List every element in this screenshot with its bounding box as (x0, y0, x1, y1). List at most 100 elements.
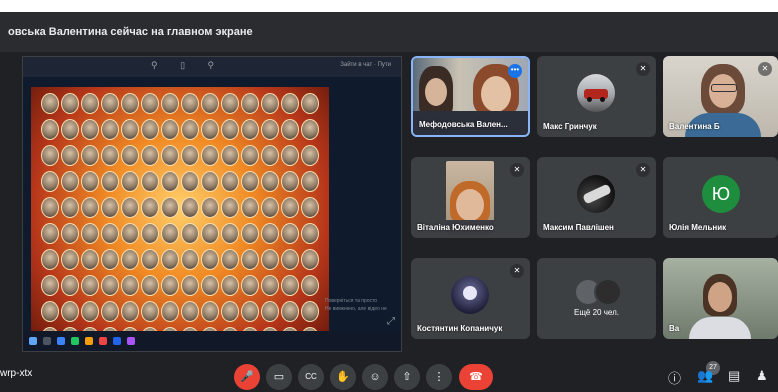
portrait (201, 197, 219, 218)
portrait (161, 249, 179, 270)
portrait (161, 197, 179, 218)
portrait (41, 197, 59, 218)
participant-tile[interactable]: Ю Юлія Мельник (663, 157, 778, 238)
taskbar-app-icon (57, 337, 65, 345)
captions-button[interactable]: CC (298, 364, 324, 390)
emoji-button[interactable]: ☺ (362, 364, 388, 390)
participant-name: Валентина Б (669, 122, 720, 131)
portrait (121, 119, 139, 140)
camera-feed (663, 258, 778, 339)
camera-button[interactable]: ▭ (266, 364, 292, 390)
portrait (81, 223, 99, 244)
portrait (261, 171, 279, 192)
portrait (101, 301, 119, 322)
participant-tile[interactable]: ✕ Валентина Б (663, 56, 778, 137)
mic-off-icon: ✕ (510, 264, 524, 278)
expand-icon[interactable]: ⤢ (387, 316, 395, 327)
participant-name: Віталіна Юхименко (417, 223, 494, 232)
portrait (41, 119, 59, 140)
portrait (281, 145, 299, 166)
portrait (221, 197, 239, 218)
end-call-button[interactable]: ☎ (459, 364, 493, 390)
portrait (221, 171, 239, 192)
more-participants-label: Ещё 20 чел. (574, 308, 619, 317)
mic-off-icon: ✕ (636, 62, 650, 76)
portrait (61, 119, 79, 140)
portrait (101, 249, 119, 270)
portrait (301, 171, 319, 192)
portrait (121, 93, 139, 114)
shared-screen-caption: Поверніться та просто Не вимкнено, але в… (325, 297, 387, 313)
shared-screen[interactable]: ⚲ ▯ ⚲ Зайти в чат · Пути Поверніться та … (22, 56, 402, 352)
info-icon[interactable]: ⓘ (668, 368, 681, 387)
portrait (141, 145, 159, 166)
portrait (201, 119, 219, 140)
activities-icon[interactable]: ♟ (756, 368, 768, 384)
portrait (181, 171, 199, 192)
portrait (281, 275, 299, 296)
portrait (201, 93, 219, 114)
participant-tile[interactable]: ✕ Максим Павлішен (537, 157, 656, 238)
portrait (41, 223, 59, 244)
portrait (41, 93, 59, 114)
portrait (41, 145, 59, 166)
portrait (241, 145, 259, 166)
portrait (201, 145, 219, 166)
portrait (281, 197, 299, 218)
present-button[interactable]: ⇧ (394, 364, 420, 390)
avatar (577, 175, 615, 213)
portrait (81, 171, 99, 192)
portrait (161, 119, 179, 140)
portrait (141, 171, 159, 192)
portrait (181, 223, 199, 244)
portrait (161, 145, 179, 166)
portrait (281, 171, 299, 192)
portrait (241, 249, 259, 270)
portrait (121, 197, 139, 218)
more-avatars (574, 278, 622, 306)
participant-tile[interactable]: ✕ Макс Гринчук (537, 56, 656, 137)
participant-tile[interactable]: ••• Мефодовська Вален... (411, 56, 530, 137)
participant-name: Ва (669, 324, 680, 333)
mic-off-button[interactable]: 🎤 (234, 364, 260, 390)
portrait (101, 197, 119, 218)
avatar: Ю (702, 175, 740, 213)
portrait (61, 197, 79, 218)
portrait (301, 301, 319, 322)
participant-name: Макс Гринчук (543, 122, 597, 131)
participant-tile[interactable]: ✕ Віталіна Юхименко (411, 157, 530, 238)
portrait (281, 119, 299, 140)
portrait (221, 93, 239, 114)
caption-line: Не вимкнено, але відео не (325, 306, 387, 312)
portrait (221, 145, 239, 166)
portrait (141, 301, 159, 322)
avatar (577, 74, 615, 112)
participant-tile[interactable]: ✕ Костянтин Копаничук (411, 258, 530, 339)
portrait (221, 223, 239, 244)
portrait (101, 119, 119, 140)
chat-icon[interactable]: ▤ (728, 368, 740, 384)
portrait (101, 93, 119, 114)
portrait (261, 249, 279, 270)
more-options-button[interactable]: ⋮ (426, 364, 452, 390)
portrait (261, 275, 279, 296)
participant-tile[interactable]: Ва (663, 258, 778, 339)
more-participants-tile[interactable]: Ещё 20 чел. (537, 258, 656, 339)
portrait (81, 275, 99, 296)
portrait (201, 171, 219, 192)
portrait (261, 197, 279, 218)
portrait (201, 301, 219, 322)
portrait (141, 197, 159, 218)
portrait (301, 275, 319, 296)
shared-toolbar-links: Зайти в чат · Пути (340, 62, 391, 68)
portrait (261, 119, 279, 140)
raise-hand-button[interactable]: ✋ (330, 364, 356, 390)
portrait (121, 145, 139, 166)
people-icon[interactable]: 👥 (697, 368, 713, 384)
portrait (201, 223, 219, 244)
meeting-code: wrp-xtx (0, 368, 33, 379)
portrait (161, 223, 179, 244)
taskbar-app-icon (99, 337, 107, 345)
more-options-icon[interactable]: ••• (508, 64, 522, 78)
portrait (61, 223, 79, 244)
